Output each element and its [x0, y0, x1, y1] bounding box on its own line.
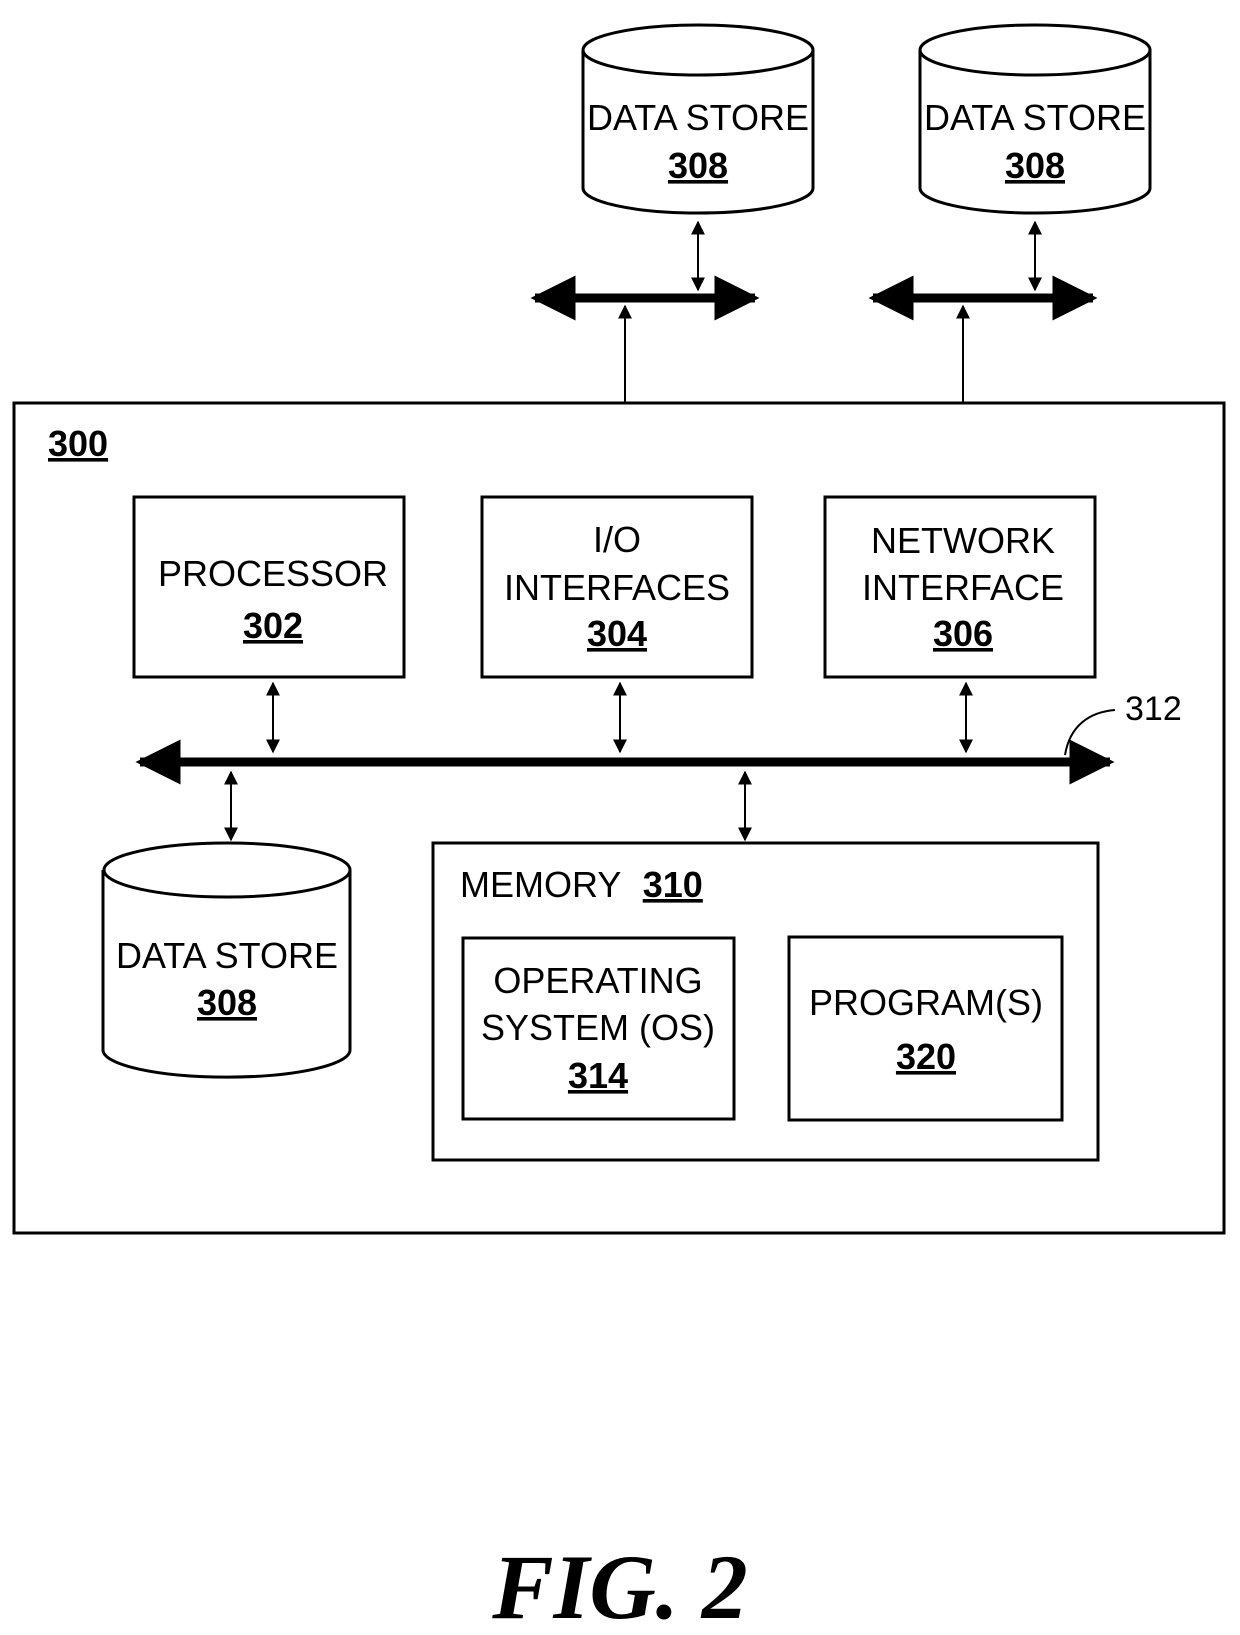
processor-block: PROCESSOR 302	[132, 495, 406, 679]
os-label-line1: OPERATING	[493, 960, 702, 1001]
system-ref: 300	[48, 423, 108, 464]
bus-ref: 312	[1125, 690, 1182, 728]
memory-label: MEMORY 310	[460, 864, 703, 905]
processor-ref: 302	[243, 605, 303, 646]
network-label-line1: NETWORK	[871, 520, 1055, 561]
processor-label: PROCESSOR	[158, 553, 388, 594]
external-data-store-2: DATA STORE 308	[918, 23, 1152, 215]
programs-label: PROGRAM(S)	[809, 982, 1043, 1023]
figure-caption: FIG. 2	[491, 1536, 748, 1635]
data-store-label: DATA STORE	[924, 97, 1146, 138]
data-store-ref: 308	[668, 145, 728, 186]
memory-ref: 310	[643, 864, 703, 905]
data-store-ref: 308	[1005, 145, 1065, 186]
programs-ref: 320	[896, 1036, 956, 1077]
data-store-ref: 308	[197, 982, 257, 1023]
internal-data-store: DATA STORE 308	[101, 841, 352, 1079]
data-store-label: DATA STORE	[587, 97, 809, 138]
network-ref: 306	[933, 613, 993, 654]
memory-block: MEMORY 310 OPERATING SYSTEM (OS) 314 PRO…	[431, 841, 1100, 1162]
network-interface-block: NETWORK INTERFACE 306	[823, 495, 1097, 679]
operating-system-block: OPERATING SYSTEM (OS) 314	[461, 936, 736, 1121]
io-interfaces-block: I/O INTERFACES 304	[480, 495, 754, 679]
io-ref: 304	[587, 613, 647, 654]
system-block-diagram: DATA STORE 308 DATA STORE 308 300 PROCES…	[12, 23, 1226, 1635]
programs-block: PROGRAM(S) 320	[787, 935, 1064, 1122]
memory-label-text: MEMORY	[460, 864, 621, 905]
io-label-line2: INTERFACES	[504, 567, 730, 608]
data-store-label: DATA STORE	[116, 935, 338, 976]
io-label-line1: I/O	[593, 519, 641, 560]
os-ref: 314	[568, 1055, 628, 1096]
external-data-store-1: DATA STORE 308	[581, 23, 815, 215]
network-label-line2: INTERFACE	[862, 567, 1064, 608]
os-label-line2: SYSTEM (OS)	[481, 1007, 715, 1048]
